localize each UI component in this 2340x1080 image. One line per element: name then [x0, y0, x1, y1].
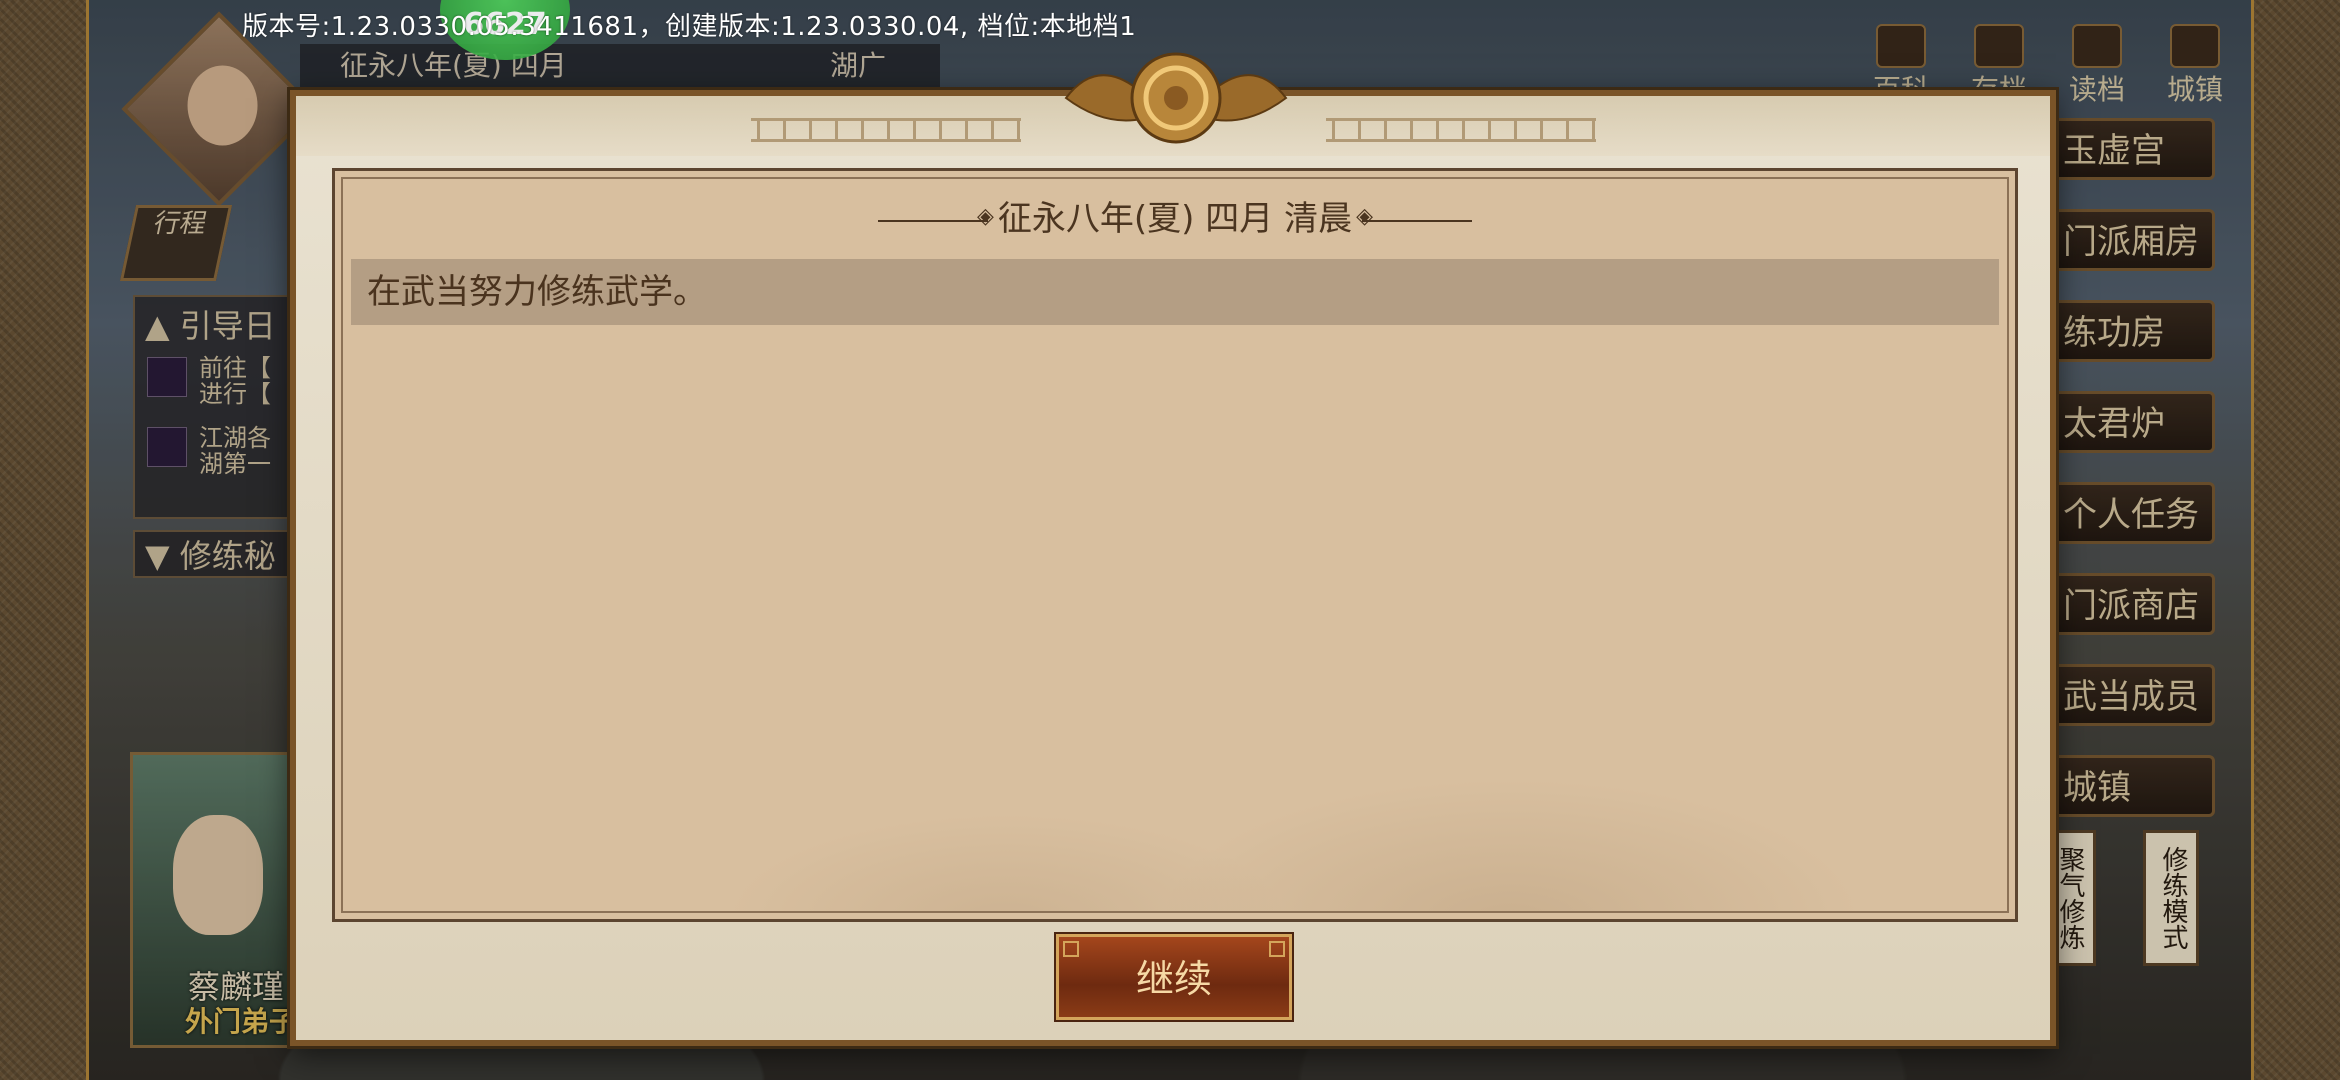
title-ornament	[1356, 204, 1473, 229]
greek-key-ornament	[751, 118, 1021, 142]
event-dialog: 征永八年(夏) 四月 清晨 在武当努力修练武学。 继续	[290, 52, 2056, 1046]
event-log-line: 在武当努力修练武学。	[351, 259, 1999, 325]
event-date-text: 征永八年(夏) 四月 清晨	[997, 199, 1353, 239]
continue-button[interactable]: 继续	[1056, 934, 1292, 1020]
event-date-title: 征永八年(夏) 四月 清晨	[335, 191, 2015, 240]
dragon-emblem-icon	[1064, 52, 1288, 144]
greek-key-ornament	[1326, 118, 1596, 142]
title-ornament	[877, 204, 994, 229]
event-log-panel: 征永八年(夏) 四月 清晨 在武当努力修练武学。	[332, 168, 2018, 922]
version-info: 版本号:1.23.0330.05.3411681，创建版本:1.23.0330.…	[242, 12, 1137, 42]
